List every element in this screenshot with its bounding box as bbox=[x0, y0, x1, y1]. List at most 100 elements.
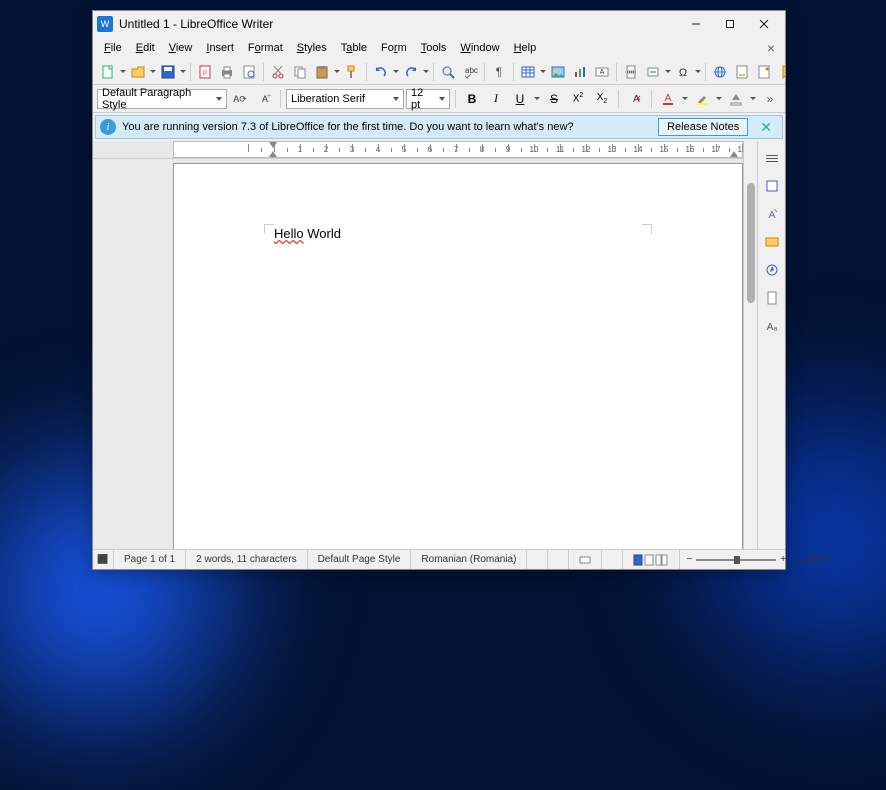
redo-button[interactable] bbox=[400, 61, 422, 83]
maximize-button[interactable] bbox=[713, 13, 747, 35]
insert-image-button[interactable] bbox=[547, 61, 569, 83]
vertical-scrollbar[interactable] bbox=[743, 141, 757, 549]
sidebar-styles-icon[interactable]: A bbox=[761, 203, 783, 225]
zoom-level[interactable]: 100% bbox=[792, 550, 838, 569]
export-pdf-button[interactable]: P bbox=[194, 61, 216, 83]
menu-format[interactable]: Format bbox=[241, 40, 290, 56]
insert-table-dropdown[interactable] bbox=[539, 61, 547, 83]
insert-field-dropdown[interactable] bbox=[664, 61, 672, 83]
special-char-dropdown[interactable] bbox=[694, 61, 702, 83]
insert-chart-button[interactable] bbox=[569, 61, 591, 83]
save-button[interactable] bbox=[157, 61, 179, 83]
minimize-button[interactable] bbox=[679, 13, 713, 35]
subscript-button[interactable]: X2 bbox=[591, 88, 613, 110]
horizontal-ruler[interactable]: 123456789101112131415161718 bbox=[93, 141, 743, 159]
cut-button[interactable] bbox=[267, 61, 289, 83]
menu-form[interactable]: Form bbox=[374, 40, 414, 56]
new-dropdown[interactable] bbox=[119, 61, 127, 83]
page-break-button[interactable] bbox=[620, 61, 642, 83]
new-button[interactable] bbox=[97, 61, 119, 83]
paragraph-style-combo[interactable]: Default Paragraph Style bbox=[97, 89, 227, 109]
paste-button[interactable] bbox=[311, 61, 333, 83]
sidebar-gallery-icon[interactable] bbox=[761, 231, 783, 253]
word-count[interactable]: 2 words, 11 characters bbox=[186, 550, 307, 569]
insert-table-button[interactable] bbox=[517, 61, 539, 83]
font-name-combo[interactable]: Liberation Serif bbox=[286, 89, 404, 109]
menu-view[interactable]: View bbox=[162, 40, 200, 56]
font-size-combo[interactable]: 12 pt bbox=[406, 89, 450, 109]
redo-dropdown[interactable] bbox=[422, 61, 430, 83]
char-bg-dropdown[interactable] bbox=[749, 88, 757, 110]
paste-dropdown[interactable] bbox=[333, 61, 341, 83]
close-button[interactable] bbox=[747, 13, 781, 35]
hyperlink-button[interactable] bbox=[709, 61, 731, 83]
italic-button[interactable]: I bbox=[485, 88, 507, 110]
insert-field-button[interactable] bbox=[642, 61, 664, 83]
menu-styles[interactable]: Styles bbox=[290, 40, 334, 56]
view-layout[interactable] bbox=[623, 550, 680, 569]
document-viewport[interactable]: Hello World bbox=[93, 159, 743, 549]
menu-help[interactable]: Help bbox=[507, 40, 544, 56]
signature[interactable] bbox=[569, 550, 602, 569]
underline-button[interactable]: U bbox=[509, 88, 531, 110]
sidebar-inspector-icon[interactable]: Aₐ bbox=[761, 315, 783, 337]
notification-close-button[interactable]: ✕ bbox=[754, 119, 778, 136]
find-replace-button[interactable] bbox=[437, 61, 459, 83]
menu-window[interactable]: Window bbox=[453, 40, 506, 56]
more-fmt-button[interactable]: » bbox=[759, 88, 781, 110]
language[interactable]: Romanian (Romania) bbox=[411, 550, 527, 569]
update-style-button[interactable]: A⟳ bbox=[229, 88, 251, 110]
undo-dropdown[interactable] bbox=[392, 61, 400, 83]
font-color-button[interactable]: A bbox=[657, 88, 679, 110]
footnote-button[interactable] bbox=[731, 61, 753, 83]
menu-tools[interactable]: Tools bbox=[414, 40, 454, 56]
bold-button[interactable]: B bbox=[461, 88, 483, 110]
sidebar-menu-icon[interactable] bbox=[761, 147, 783, 169]
insert-textbox-button[interactable]: A bbox=[591, 61, 613, 83]
open-button[interactable] bbox=[127, 61, 149, 83]
spellcheck-button[interactable]: abc bbox=[459, 61, 481, 83]
open-dropdown[interactable] bbox=[149, 61, 157, 83]
save-status-icon[interactable]: ⬛ bbox=[93, 550, 114, 569]
selection-mode[interactable] bbox=[548, 550, 569, 569]
sidebar-page-icon[interactable] bbox=[761, 287, 783, 309]
clear-formatting-button[interactable]: A bbox=[624, 88, 646, 110]
menu-insert[interactable]: Insert bbox=[199, 40, 241, 56]
release-notes-button[interactable]: Release Notes bbox=[658, 118, 748, 136]
print-button[interactable] bbox=[216, 61, 238, 83]
zoom-slider[interactable]: − + bbox=[680, 554, 792, 565]
page[interactable]: Hello World bbox=[173, 163, 743, 549]
new-style-button[interactable]: A+ bbox=[253, 88, 275, 110]
copy-button[interactable] bbox=[289, 61, 311, 83]
bookmark-button[interactable] bbox=[775, 61, 785, 83]
undo-button[interactable] bbox=[370, 61, 392, 83]
special-char-button[interactable]: Ω bbox=[672, 61, 694, 83]
save-dropdown[interactable] bbox=[179, 61, 187, 83]
menu-table[interactable]: Table bbox=[334, 40, 374, 56]
font-color-dropdown[interactable] bbox=[681, 88, 689, 110]
close-document-button[interactable]: × bbox=[761, 40, 781, 56]
clone-formatting-button[interactable] bbox=[341, 61, 363, 83]
formatting-marks-button[interactable]: ¶ bbox=[488, 61, 510, 83]
scroll-thumb[interactable] bbox=[747, 183, 755, 303]
superscript-button[interactable]: X2 bbox=[567, 88, 589, 110]
zoom-out-button[interactable]: − bbox=[686, 554, 692, 565]
underline-dropdown[interactable] bbox=[533, 88, 541, 110]
page-style[interactable]: Default Page Style bbox=[308, 550, 412, 569]
sidebar-navigator-icon[interactable] bbox=[761, 259, 783, 281]
page-count[interactable]: Page 1 of 1 bbox=[114, 550, 186, 569]
highlight-button[interactable] bbox=[691, 88, 713, 110]
highlight-dropdown[interactable] bbox=[715, 88, 723, 110]
zoom-in-button[interactable]: + bbox=[780, 554, 786, 565]
app-window: W Untitled 1 - LibreOffice Writer File E… bbox=[92, 10, 786, 570]
sidebar-properties-icon[interactable] bbox=[761, 175, 783, 197]
document-text[interactable]: Hello World bbox=[274, 226, 341, 242]
print-preview-button[interactable] bbox=[238, 61, 260, 83]
endnote-button[interactable] bbox=[753, 61, 775, 83]
menu-edit[interactable]: Edit bbox=[129, 40, 162, 56]
strike-button[interactable]: S bbox=[543, 88, 565, 110]
char-bg-button[interactable] bbox=[725, 88, 747, 110]
standard-toolbar: P abc ¶ A Ω » bbox=[93, 59, 785, 85]
menu-file[interactable]: File bbox=[97, 40, 129, 56]
insert-mode[interactable] bbox=[527, 550, 548, 569]
